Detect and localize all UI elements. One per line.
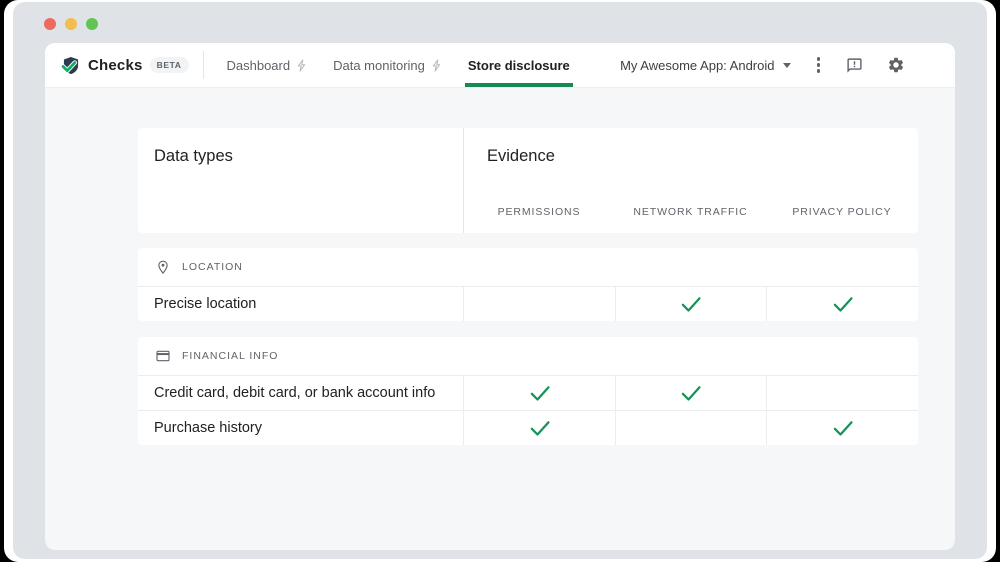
app-selector-dropdown[interactable]: My Awesome App: Android [620,58,790,73]
location-pin-icon [155,259,171,275]
nav-item-store-disclosure[interactable]: Store disclosure [455,43,583,87]
evidence-check-cell [766,287,918,321]
close-window-icon[interactable] [44,18,56,30]
app-header: Checks BETA Dashboard Data monitoring [45,43,955,88]
kebab-menu-icon[interactable] [815,55,823,75]
disclosure-table: Data types Evidence PERMISSIONS NETWORK … [138,128,918,461]
section-card: FINANCIAL INFO Credit card, debit card, o… [138,337,918,445]
column-header-permissions: PERMISSIONS [463,206,615,218]
section-card: LOCATION Precise location [138,248,918,321]
column-divider [463,128,464,233]
screenshot-stage: Checks BETA Dashboard Data monitoring [0,0,1000,562]
chevron-down-icon [783,63,791,68]
sections: LOCATION Precise location FINANCIAL INFO Cr… [138,248,918,445]
zoom-window-icon[interactable] [86,18,98,30]
header-divider [203,51,204,79]
beta-badge: BETA [150,57,189,73]
lightning-bolt-icon [296,59,307,72]
evidence-check-cell [463,411,615,445]
header-right: My Awesome App: Android [620,55,905,75]
nav-label: Store disclosure [468,58,570,73]
data-type-label: Precise location [138,287,463,321]
table-row: Precise location [138,286,918,321]
section-header: FINANCIAL INFO [138,337,918,375]
table-header-card: Data types Evidence PERMISSIONS NETWORK … [138,128,918,233]
table-row: Purchase history [138,410,918,445]
nav-label: Data monitoring [333,58,425,73]
nav-label: Dashboard [227,58,291,73]
evidence-empty-cell [615,411,766,445]
column-header-network-traffic: NETWORK TRAFFIC [615,206,766,218]
app-panel: Checks BETA Dashboard Data monitoring [45,43,955,550]
data-type-label: Purchase history [138,411,463,445]
evidence-check-cell [615,376,766,410]
credit-card-icon [155,348,171,364]
traffic-lights [44,18,98,30]
feedback-icon[interactable] [846,57,863,74]
section-label: FINANCIAL INFO [182,350,278,362]
evidence-check-cell [615,287,766,321]
settings-gear-icon[interactable] [887,56,905,74]
nav-item-dashboard[interactable]: Dashboard [214,43,321,87]
evidence-empty-cell [463,287,615,321]
checks-logo-icon [61,55,81,76]
section-header: LOCATION [138,248,918,286]
lightning-bolt-icon [431,59,442,72]
evidence-check-cell [766,411,918,445]
app-selector-label: My Awesome App: Android [620,58,774,73]
evidence-header: Evidence [487,147,555,165]
column-header-privacy-policy: PRIVACY POLICY [766,206,918,218]
brand-name: Checks [88,57,143,74]
main-nav: Dashboard Data monitoring Store disclosu… [214,43,583,87]
data-type-label: Credit card, debit card, or bank account… [138,376,463,410]
evidence-check-cell [463,376,615,410]
data-types-header: Data types [154,147,233,165]
table-row: Credit card, debit card, or bank account… [138,375,918,410]
minimize-window-icon[interactable] [65,18,77,30]
brand[interactable]: Checks BETA [61,55,189,76]
nav-item-data-monitoring[interactable]: Data monitoring [320,43,455,87]
browser-window: Checks BETA Dashboard Data monitoring [13,2,987,559]
evidence-empty-cell [766,376,918,410]
section-label: LOCATION [182,261,243,273]
